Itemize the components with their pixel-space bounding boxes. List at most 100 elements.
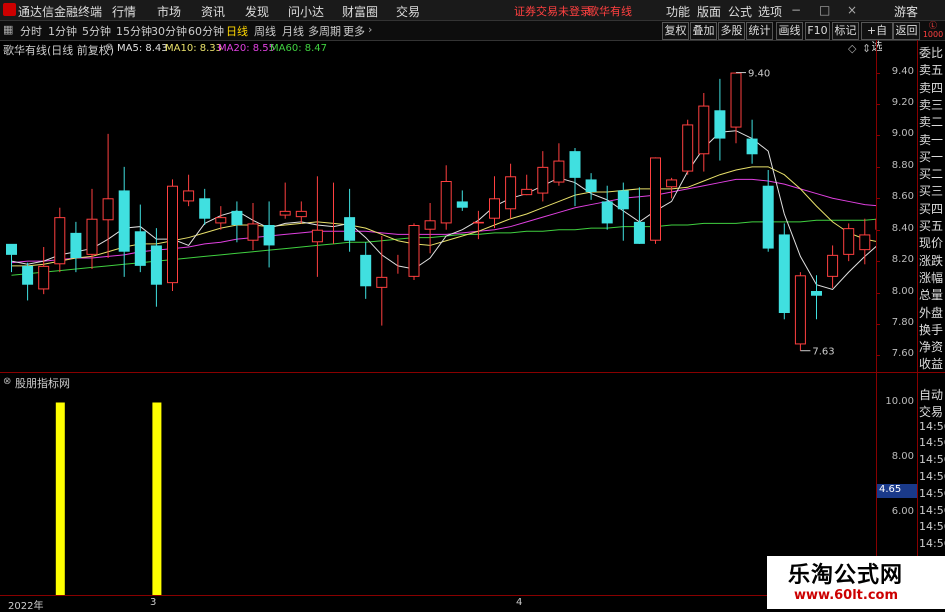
- price-tick-mark: [876, 261, 880, 262]
- candle-body-down: [151, 245, 162, 284]
- low-label: 7.63: [812, 347, 834, 358]
- candle: [280, 183, 290, 219]
- signal-bar: [56, 403, 65, 596]
- candle: [795, 272, 805, 351]
- quote-field-label: 买一: [919, 148, 945, 165]
- candle: [651, 157, 661, 243]
- menu-function[interactable]: 功能: [666, 3, 690, 20]
- price-tick-mark: [876, 167, 880, 168]
- candle: [811, 275, 822, 319]
- candle-body-down: [70, 233, 81, 258]
- period-tab-1min[interactable]: 1分钟: [48, 23, 77, 39]
- candle-body-up: [87, 219, 97, 254]
- candle-body-down: [264, 225, 275, 245]
- period-tab-60min[interactable]: 60分钟: [188, 23, 224, 39]
- candle: [844, 223, 854, 261]
- candle-body-down: [457, 201, 468, 207]
- candle-body-up: [312, 230, 322, 242]
- candlestick-chart[interactable]: 9.407.63: [0, 40, 876, 373]
- menu-formula[interactable]: 公式: [728, 3, 752, 20]
- candle: [151, 228, 162, 307]
- candle-body-up: [168, 186, 178, 282]
- menu-options[interactable]: 选项: [758, 3, 782, 20]
- quote-field-label: 总量: [919, 286, 945, 303]
- candle: [103, 134, 113, 258]
- indicator-chart[interactable]: [0, 373, 876, 595]
- quote-field-label: 涨跌: [919, 252, 945, 269]
- candle-body-down: [634, 222, 645, 244]
- toolbar-list-icon[interactable]: ▦: [3, 23, 13, 36]
- candle-body-down: [618, 190, 629, 209]
- login-warning[interactable]: 证券交易未登录: [514, 3, 591, 19]
- watermark-title: 乐淘公式网: [788, 557, 903, 589]
- candle-body-up: [683, 125, 693, 171]
- maximize-icon[interactable]: □: [819, 3, 830, 17]
- multistock-button[interactable]: 多股: [718, 22, 745, 40]
- close-icon[interactable]: ×: [847, 3, 857, 17]
- candle-body-down: [199, 198, 210, 218]
- period-tab-15min[interactable]: 15分钟: [116, 23, 152, 39]
- price-tick-label: 9.40: [878, 66, 914, 77]
- price-tick-label: 9.20: [878, 97, 914, 108]
- candle: [55, 208, 65, 272]
- candle: [538, 151, 548, 201]
- candle: [860, 219, 870, 265]
- trade-field-label: 14:56: [919, 520, 945, 533]
- price-tick-label: 8.40: [878, 223, 914, 234]
- menu-item-markets[interactable]: 市场: [157, 3, 181, 20]
- candle-body-up: [522, 189, 532, 194]
- menu-item-ask[interactable]: 问小达: [288, 3, 324, 20]
- period-tab-5min[interactable]: 5分钟: [82, 23, 111, 39]
- candle-body-up: [860, 235, 870, 250]
- back-button[interactable]: 返回: [893, 22, 920, 40]
- f10-button[interactable]: F10: [805, 22, 830, 40]
- candle-body-up: [377, 277, 387, 287]
- minimize-icon[interactable]: −: [791, 3, 801, 17]
- candle: [747, 120, 758, 164]
- quote-field-label: 换手: [919, 321, 945, 338]
- candle-body-up: [409, 226, 419, 277]
- candle-body-up: [216, 218, 226, 223]
- candle-body-up: [280, 211, 290, 215]
- stats-button[interactable]: 统计: [746, 22, 773, 40]
- period-tab-day[interactable]: 日线: [226, 23, 248, 39]
- user-guest[interactable]: 游客: [894, 3, 918, 20]
- menu-item-discover[interactable]: 发现: [245, 3, 269, 20]
- menu-item-market[interactable]: 行情: [112, 3, 136, 20]
- quote-field-label: 净资: [919, 338, 945, 355]
- period-tab-multi[interactable]: 多周期: [308, 23, 341, 39]
- overlay-button[interactable]: 叠加: [690, 22, 717, 40]
- price-tick-label: 7.80: [878, 317, 914, 328]
- candle: [135, 205, 146, 273]
- candle: [683, 120, 693, 175]
- candle-body-down: [586, 179, 597, 192]
- more-chevron-icon[interactable]: ›: [368, 23, 372, 36]
- menu-item-news[interactable]: 资讯: [201, 3, 225, 20]
- add-favorite-button[interactable]: +自选: [861, 22, 893, 40]
- period-tab-tick[interactable]: 分时: [20, 23, 42, 39]
- fq-button[interactable]: 复权: [662, 22, 689, 40]
- x-label-april: 4: [516, 597, 522, 608]
- mark-button[interactable]: 标记: [832, 22, 859, 40]
- trade-field-label: 14:56: [919, 487, 945, 500]
- period-tab-more[interactable]: 更多: [343, 23, 365, 39]
- candle: [828, 245, 838, 287]
- candle: [312, 176, 322, 277]
- candle: [490, 176, 500, 228]
- candle-body-up: [506, 177, 516, 209]
- menu-item-wealth[interactable]: 财富圈: [342, 3, 378, 20]
- draw-button[interactable]: 画线: [776, 22, 803, 40]
- price-tick-label: 9.00: [878, 128, 914, 139]
- menu-layout[interactable]: 版面: [697, 3, 721, 20]
- price-tick-mark: [876, 73, 880, 74]
- period-tab-week[interactable]: 周线: [254, 23, 276, 39]
- candle: [441, 165, 451, 229]
- indicator-tick-label: 6.00: [878, 506, 914, 517]
- period-tab-month[interactable]: 月线: [282, 23, 304, 39]
- trade-field-label: 14:56: [919, 420, 945, 433]
- candle-body-up: [490, 199, 500, 218]
- candle: [699, 93, 709, 172]
- candle: [570, 148, 581, 206]
- menu-item-trade[interactable]: 交易: [396, 3, 420, 20]
- period-tab-30min[interactable]: 30分钟: [151, 23, 187, 39]
